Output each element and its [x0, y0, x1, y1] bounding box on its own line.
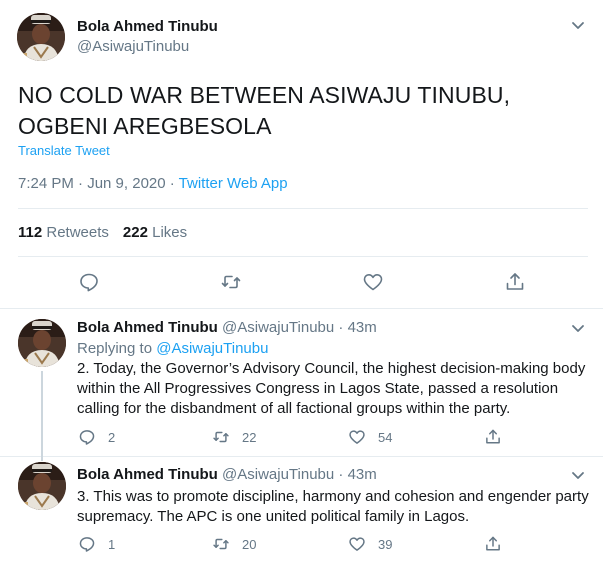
share-action[interactable] [484, 427, 514, 447]
retweet-icon[interactable] [220, 271, 242, 293]
retweet-icon [213, 538, 229, 550]
author-handle-time[interactable]: @AsiwajuTinubu · 43m [222, 466, 377, 483]
author-handle-time[interactable]: @AsiwajuTinubu · 43m [222, 319, 377, 336]
reply-header: Bola Ahmed Tinubu @AsiwajuTinubu · 43m [77, 466, 377, 483]
reply-count: 1 [108, 536, 116, 552]
tweet-timestamp[interactable]: 7:24 PM · Jun 9, 2020 · [18, 175, 179, 192]
thread-line [41, 371, 43, 461]
like-icon[interactable] [362, 271, 384, 293]
author-handle[interactable]: @AsiwajuTinubu [77, 38, 189, 55]
reply-tweet[interactable]: Bola Ahmed Tinubu @AsiwajuTinubu · 43m R… [0, 309, 603, 461]
chevron-down-icon[interactable] [569, 319, 587, 337]
reply-icon[interactable] [78, 271, 100, 293]
replying-to-handle[interactable]: @AsiwajuTinubu [156, 340, 268, 357]
share-icon [486, 429, 500, 444]
likes-label: Likes [152, 224, 188, 241]
avatar-image [18, 319, 66, 367]
like-count: 54 [378, 429, 393, 445]
engagement-stats: 112 Retweets 222 Likes [18, 224, 187, 241]
reply-text: 2. Today, the Governor’s Advisory Counci… [77, 360, 586, 417]
replying-to: Replying to @AsiwajuTinubu [77, 340, 268, 357]
reply-icon [79, 537, 95, 552]
tweet-text: NO COLD WAR BETWEEN ASIWAJU TINUBU, OGBE… [18, 82, 511, 139]
avatar[interactable] [18, 319, 66, 367]
retweet-icon [213, 431, 229, 443]
retweets-stat[interactable]: 112 Retweets [18, 224, 109, 241]
like-icon [349, 537, 365, 551]
main-tweet: Bola Ahmed Tinubu @AsiwajuTinubu NO COLD… [0, 0, 603, 309]
avatar-image [18, 462, 66, 510]
author-name[interactable]: Bola Ahmed Tinubu [77, 18, 218, 35]
avatar[interactable] [18, 462, 66, 510]
likes-stat[interactable]: 222 Likes [123, 224, 187, 241]
chevron-down-icon[interactable] [569, 16, 587, 34]
reply-action[interactable]: 1 [78, 534, 115, 554]
author-name[interactable]: Bola Ahmed Tinubu [77, 466, 218, 483]
share-icon[interactable] [504, 271, 526, 293]
reply-tweet[interactable]: Bola Ahmed Tinubu @AsiwajuTinubu · 43m 3… [0, 457, 603, 571]
like-action[interactable]: 39 [348, 534, 392, 554]
replying-prefix: Replying to [77, 340, 157, 357]
chevron-down-icon[interactable] [569, 466, 587, 484]
like-icon [349, 430, 365, 444]
retweet-action[interactable]: 20 [212, 534, 256, 554]
like-action[interactable]: 54 [348, 427, 392, 447]
retweet-count: 20 [242, 536, 257, 552]
retweet-count: 22 [242, 429, 257, 445]
retweet-action[interactable]: 22 [212, 427, 256, 447]
reply-text: 3. This was to promote discipline, harmo… [77, 488, 589, 525]
avatar[interactable] [17, 13, 65, 61]
share-action[interactable] [484, 534, 514, 554]
divider [18, 256, 588, 257]
likes-count: 222 [122, 224, 148, 241]
reply-icon [79, 430, 95, 445]
thread-line [41, 457, 43, 461]
reply-header: Bola Ahmed Tinubu @AsiwajuTinubu · 43m [77, 319, 377, 336]
author-name[interactable]: Bola Ahmed Tinubu [77, 319, 218, 336]
retweets-count: 112 [18, 224, 43, 241]
divider [18, 208, 588, 209]
retweets-label: Retweets [46, 224, 109, 241]
like-count: 39 [378, 536, 393, 552]
share-icon [486, 536, 500, 551]
tweet-meta: 7:24 PM · Jun 9, 2020 · Twitter Web App [18, 175, 288, 192]
source-app-link[interactable]: Twitter Web App [179, 175, 288, 192]
translate-tweet-link[interactable]: Translate Tweet [18, 143, 110, 158]
reply-count: 2 [108, 429, 116, 445]
reply-action[interactable]: 2 [78, 427, 115, 447]
avatar-image [17, 13, 65, 61]
